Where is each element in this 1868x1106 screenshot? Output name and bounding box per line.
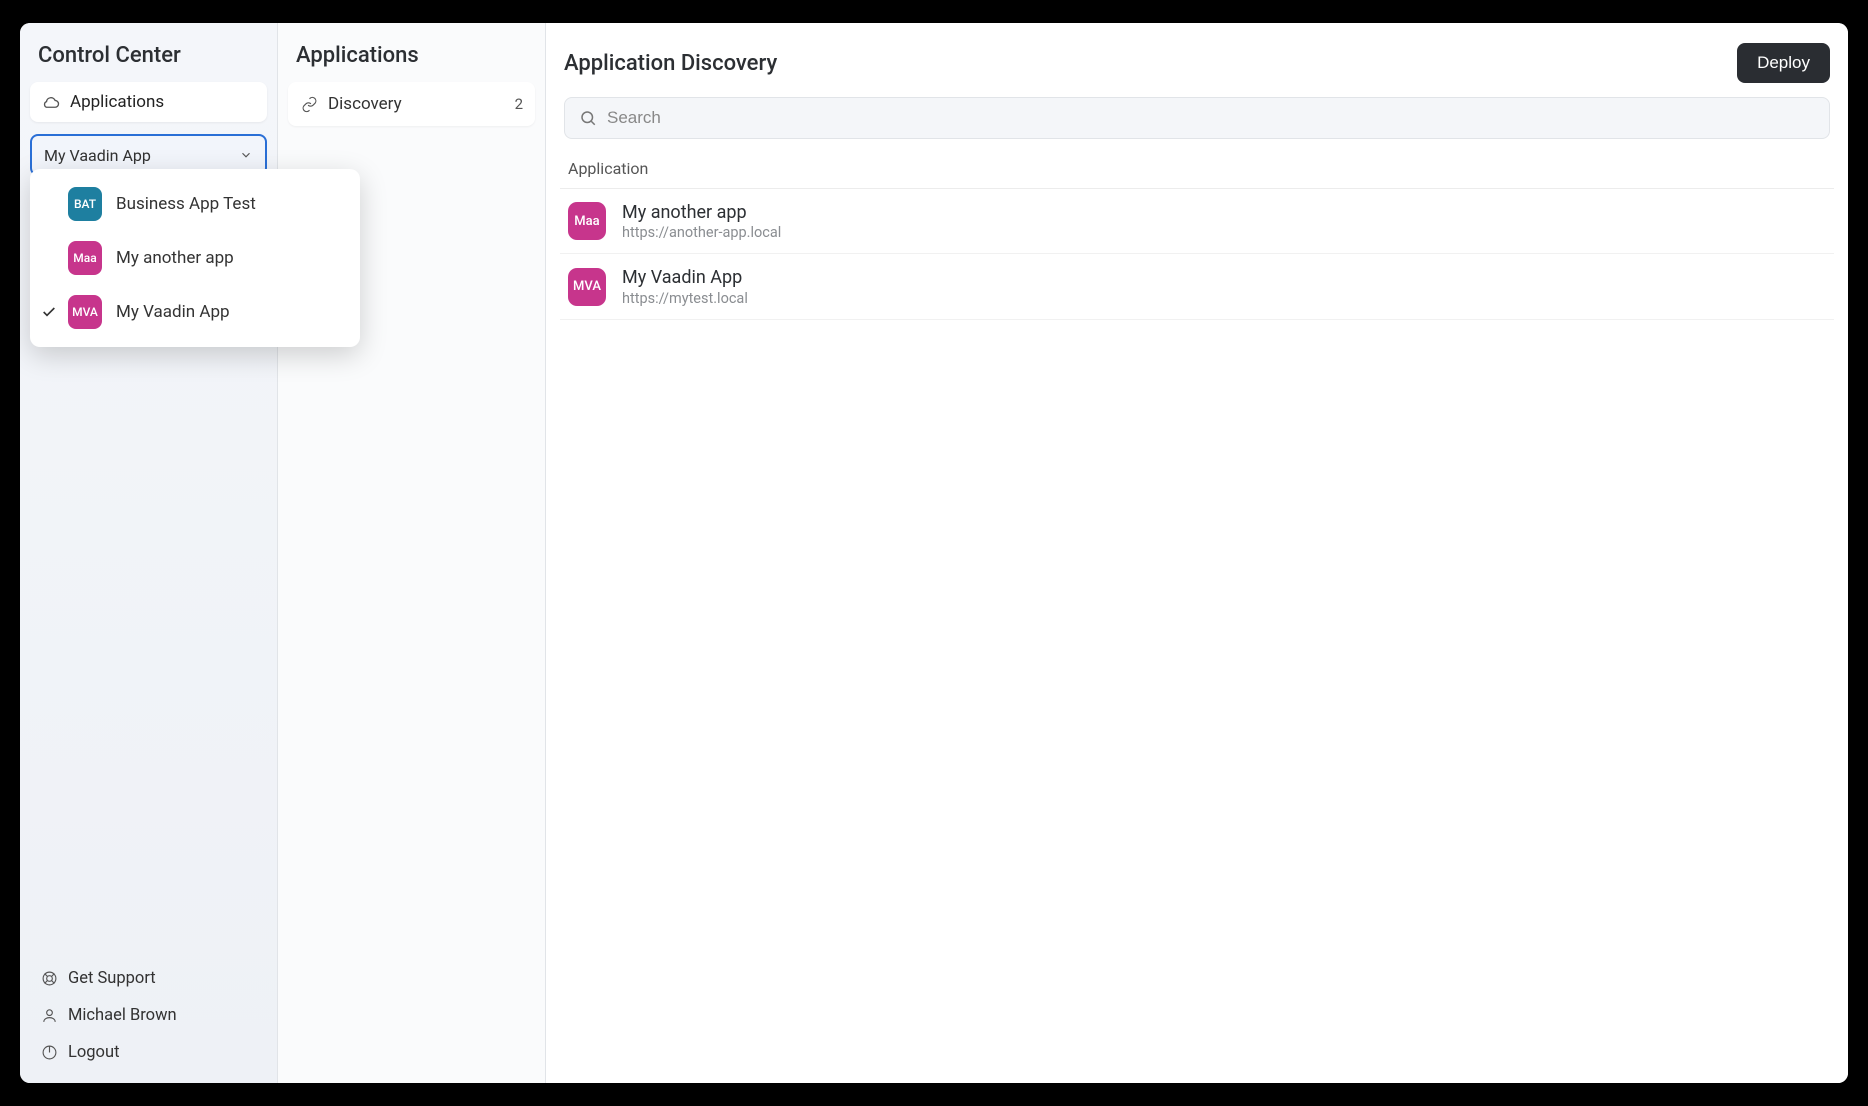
page-title: Application Discovery xyxy=(564,51,777,76)
cloud-icon xyxy=(42,93,60,111)
secondary-nav-item-label: Discovery xyxy=(328,94,402,114)
combo-selected-label: My Vaadin App xyxy=(44,146,151,165)
table-row[interactable]: MVA My Vaadin App https://mytest.local xyxy=(560,254,1834,319)
check-icon xyxy=(40,303,58,321)
app-url: https://another-app.local xyxy=(622,224,781,241)
search-input[interactable] xyxy=(607,108,1815,128)
chevron-down-icon xyxy=(239,148,253,162)
logout-icon xyxy=(40,1044,58,1062)
sidebar: Control Center Applications My Vaadin Ap… xyxy=(20,23,278,1083)
secondary-nav-item-discovery[interactable]: Discovery 2 xyxy=(288,82,535,126)
sidebar-item-label: Get Support xyxy=(68,969,156,988)
sidebar-title: Control Center xyxy=(30,39,267,82)
table-column-header: Application xyxy=(560,153,1834,189)
sidebar-item-user[interactable]: Michael Brown xyxy=(30,997,267,1034)
check-icon xyxy=(40,195,58,213)
dropdown-option-label: My another app xyxy=(116,248,234,268)
lifebuoy-icon xyxy=(40,970,58,988)
dropdown-option-my-another-app[interactable]: Maa My another app xyxy=(30,231,360,285)
main-content: Application Discovery Deploy Application… xyxy=(546,23,1848,1083)
app-avatar: Maa xyxy=(568,202,606,240)
dropdown-option-my-vaadin-app[interactable]: MVA My Vaadin App xyxy=(30,285,360,339)
app-avatar: MVA xyxy=(568,268,606,306)
deploy-button[interactable]: Deploy xyxy=(1737,43,1830,83)
search-icon xyxy=(579,109,597,127)
search-bar[interactable] xyxy=(564,97,1830,139)
app-avatar: Maa xyxy=(68,241,102,275)
table-row[interactable]: Maa My another app https://another-app.l… xyxy=(560,189,1834,254)
dropdown-option-label: Business App Test xyxy=(116,194,256,214)
row-text: My Vaadin App https://mytest.local xyxy=(622,266,748,306)
app-window: Control Center Applications My Vaadin Ap… xyxy=(20,23,1848,1083)
sidebar-footer: Get Support Michael Brown Logout xyxy=(30,960,267,1071)
main-header: Application Discovery Deploy xyxy=(560,39,1834,97)
app-avatar: BAT xyxy=(68,187,102,221)
app-avatar: MVA xyxy=(68,295,102,329)
sidebar-item-support[interactable]: Get Support xyxy=(30,960,267,997)
app-name: My another app xyxy=(622,201,781,224)
app-selector-dropdown: BAT Business App Test Maa My another app… xyxy=(30,169,360,347)
sidebar-item-logout[interactable]: Logout xyxy=(30,1034,267,1071)
secondary-nav-title: Applications xyxy=(288,39,535,82)
user-icon xyxy=(40,1007,58,1025)
app-name: My Vaadin App xyxy=(622,266,748,289)
count-badge: 2 xyxy=(515,95,523,113)
link-icon xyxy=(300,95,318,113)
sidebar-item-label: Applications xyxy=(70,92,164,112)
dropdown-option-business-app-test[interactable]: BAT Business App Test xyxy=(30,177,360,231)
check-icon xyxy=(40,249,58,267)
dropdown-option-label: My Vaadin App xyxy=(116,302,230,322)
sidebar-item-label: Logout xyxy=(68,1043,119,1062)
app-url: https://mytest.local xyxy=(622,290,748,307)
row-text: My another app https://another-app.local xyxy=(622,201,781,241)
sidebar-item-applications[interactable]: Applications xyxy=(30,82,267,122)
sidebar-item-label: Michael Brown xyxy=(68,1006,177,1025)
